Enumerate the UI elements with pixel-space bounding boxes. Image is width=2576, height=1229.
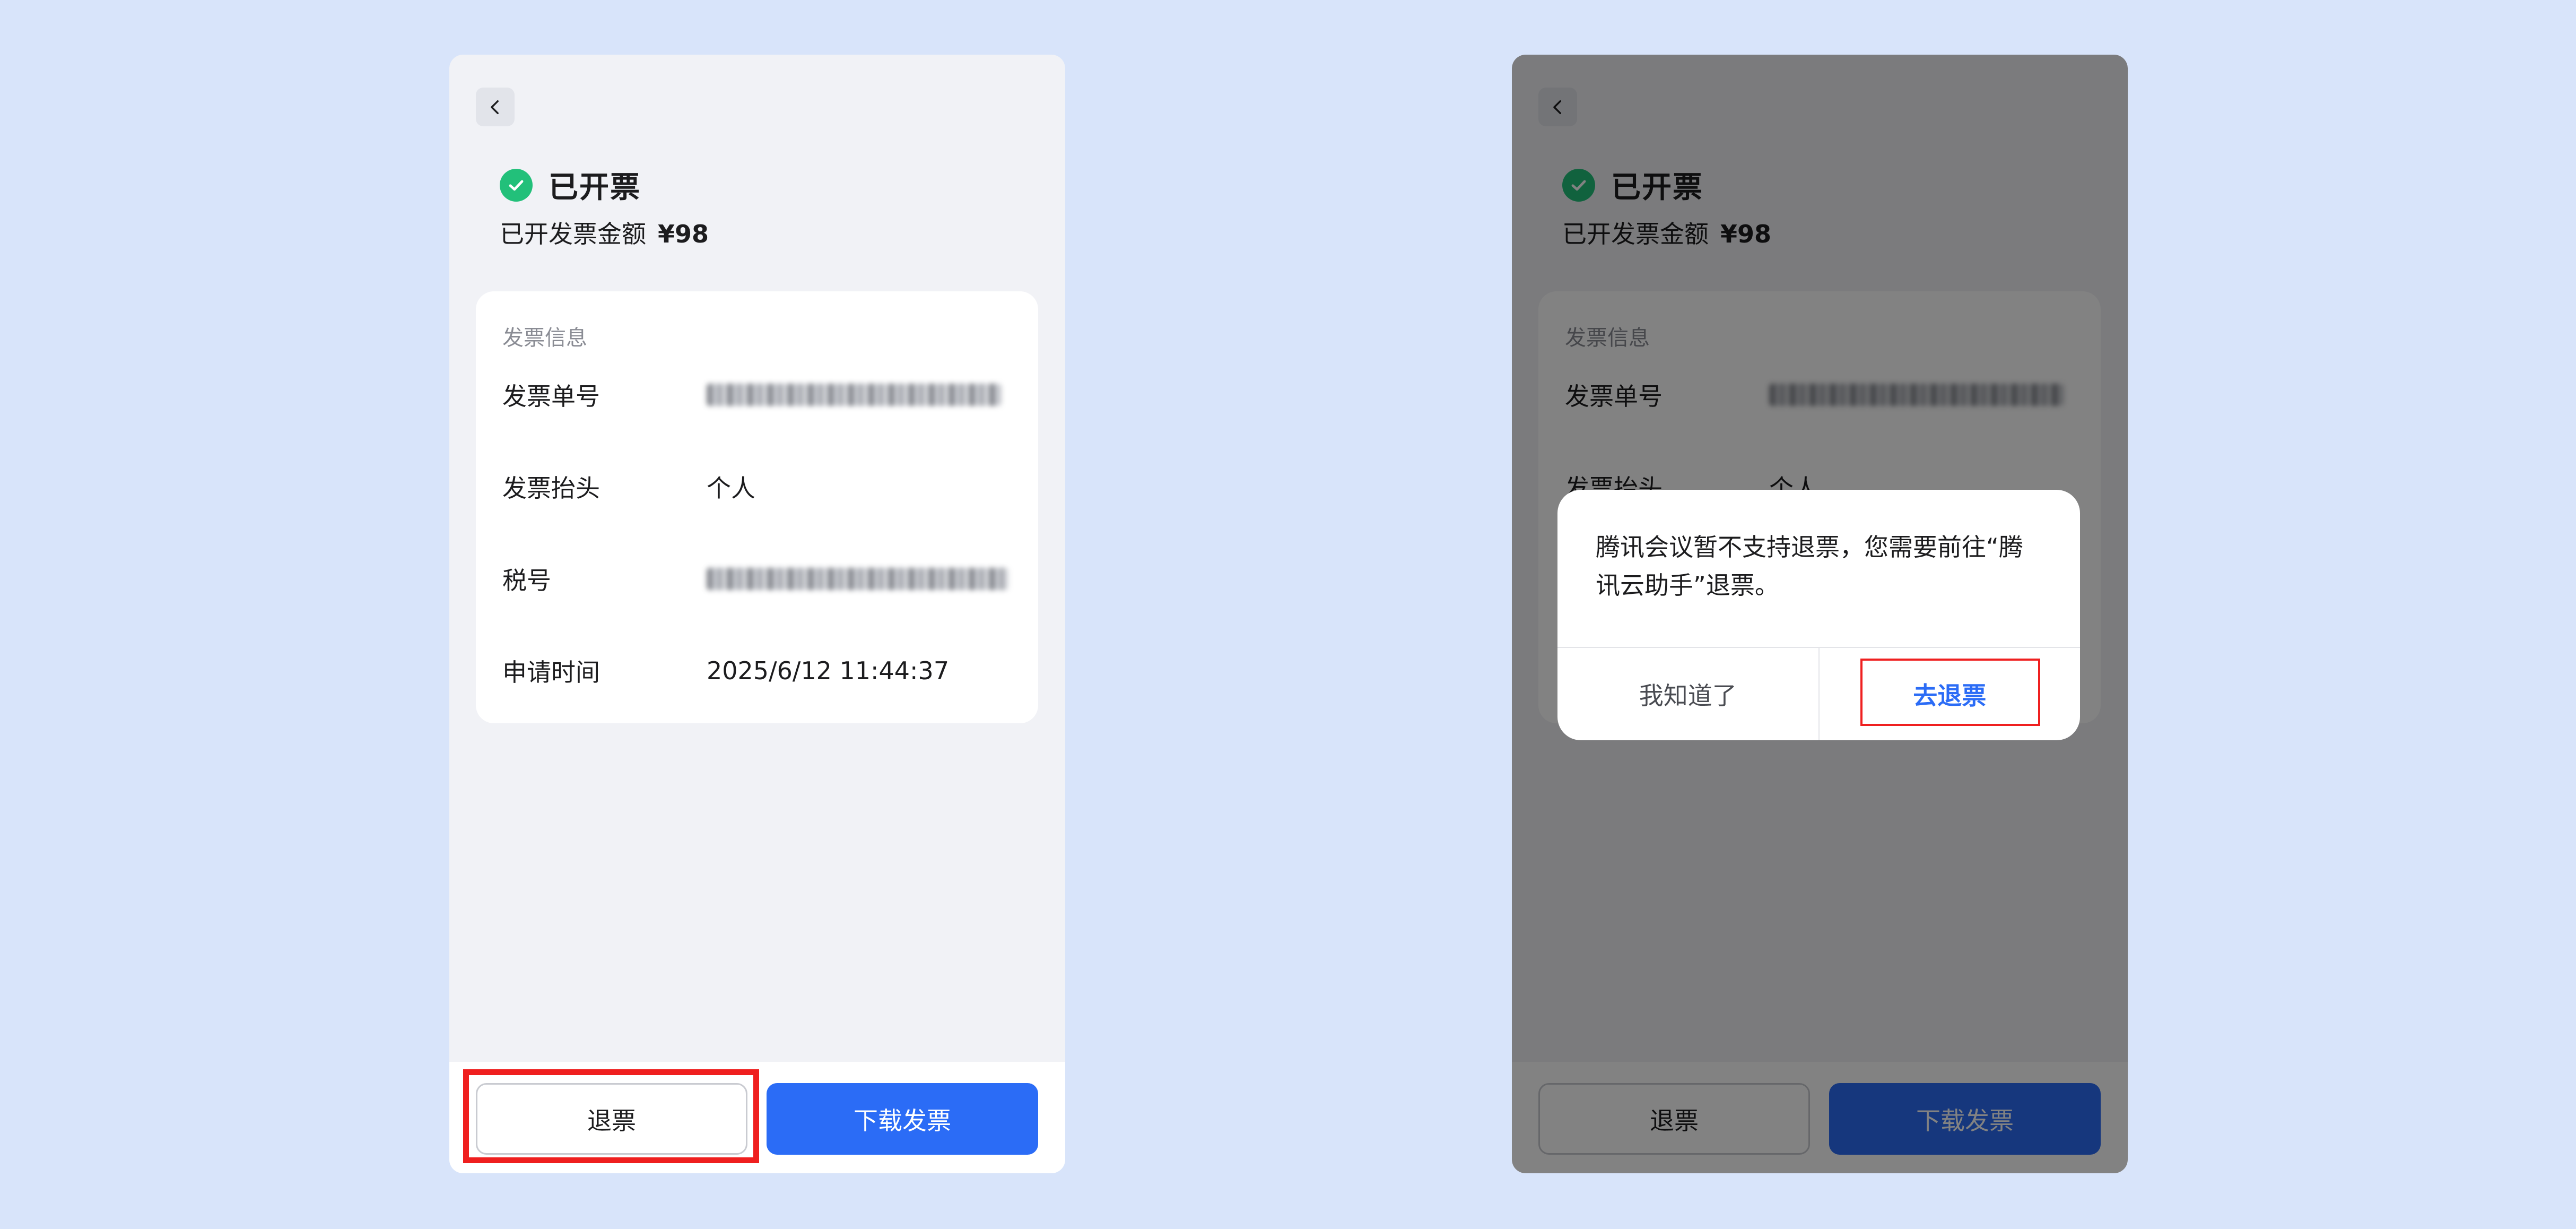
info-label: 申请时间 [502, 658, 600, 687]
info-row-invoice-title: 发票抬头 个人 [502, 468, 1012, 505]
invoice-status: 已开票 [500, 163, 641, 206]
back-button[interactable] [476, 88, 515, 126]
invoice-detail-screen: 已开票 已开发票金额 ¥98 发票信息 发票单号 发票抬头 个人 税号 申请时间 … [449, 55, 1065, 1173]
chevron-left-icon [490, 100, 499, 114]
info-row-tax-id: 税号 [502, 560, 1012, 598]
info-row-apply-time: 申请时间 2025/6/12 11:44:37 [502, 652, 1012, 689]
download-invoice-button[interactable]: 下载发票 [767, 1083, 1038, 1155]
dialog-cancel-button[interactable]: 我知道了 [1557, 648, 1820, 740]
amount-label: 已开发票金额 [500, 220, 646, 248]
amount-value: ¥98 [658, 220, 709, 248]
invoice-amount: 已开发票金额 ¥98 [500, 215, 709, 250]
invoice-info-card: 发票信息 发票单号 发票抬头 个人 税号 申请时间 2025/6/12 11:4… [476, 291, 1038, 723]
dialog-message: 腾讯会议暂不支持退票，您需要前往“腾讯云助手”退票。 [1596, 533, 2023, 600]
info-value: 2025/6/12 11:44:37 [707, 656, 950, 685]
info-label: 税号 [502, 566, 551, 595]
card-title: 发票信息 [502, 326, 587, 350]
refund-button-highlight [463, 1069, 759, 1163]
status-title: 已开票 [549, 170, 641, 205]
info-row-invoice-number: 发票单号 [502, 376, 1012, 413]
redacted-tax-id [707, 568, 1009, 590]
check-circle-icon [500, 168, 533, 202]
info-value: 个人 [707, 474, 755, 503]
invoice-detail-screen-dialog: 已开票 已开发票金额¥98 发票信息 发票单号 发票抬头 个人 税号 申请时间 … [1512, 55, 2128, 1173]
info-label: 发票单号 [502, 382, 600, 411]
info-label: 发票抬头 [502, 474, 600, 503]
redacted-invoice-number [707, 384, 1001, 406]
go-refund-button-highlight [1860, 659, 2040, 726]
